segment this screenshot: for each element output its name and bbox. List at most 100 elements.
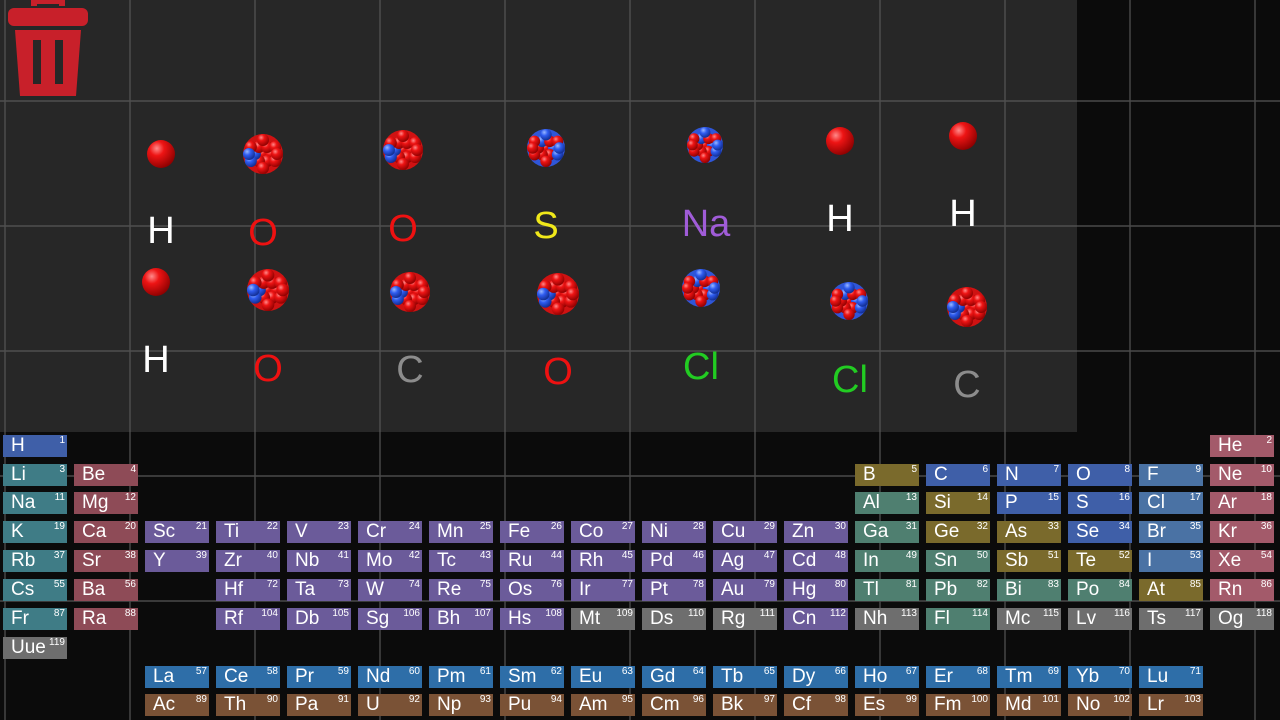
element-ag[interactable]: Ag 47 [713, 550, 777, 572]
element-ga[interactable]: Ga 31 [855, 521, 919, 543]
element-ce[interactable]: Ce 58 [216, 666, 280, 688]
element-se[interactable]: Se 34 [1068, 521, 1132, 543]
element-f[interactable]: F9 [1139, 464, 1203, 486]
element-zn[interactable]: Zn 30 [784, 521, 848, 543]
element-u[interactable]: U 92 [358, 694, 422, 716]
element-lv[interactable]: Lv 116 [1068, 608, 1132, 630]
element-rh[interactable]: Rh 45 [571, 550, 635, 572]
element-es[interactable]: Es 99 [855, 694, 919, 716]
element-re[interactable]: Re 75 [429, 579, 493, 601]
element-pd[interactable]: Pd 46 [642, 550, 706, 572]
element-be[interactable]: Be 4 [74, 464, 138, 486]
element-xe[interactable]: Xe 54 [1210, 550, 1274, 572]
element-nb[interactable]: Nb 41 [287, 550, 351, 572]
element-sb[interactable]: Sb 51 [997, 550, 1061, 572]
element-tm[interactable]: Tm 69 [997, 666, 1061, 688]
element-te[interactable]: Te 52 [1068, 550, 1132, 572]
element-er[interactable]: Er 68 [926, 666, 990, 688]
element-am[interactable]: Am 95 [571, 694, 635, 716]
element-ra[interactable]: Ra 88 [74, 608, 138, 630]
element-na[interactable]: Na 11 [3, 492, 67, 514]
element-og[interactable]: Og 118 [1210, 608, 1274, 630]
element-mn[interactable]: Mn 25 [429, 521, 493, 543]
element-o[interactable]: O8 [1068, 464, 1132, 486]
element-os[interactable]: Os 76 [500, 579, 564, 601]
element-as[interactable]: As 33 [997, 521, 1061, 543]
element-si[interactable]: Si 14 [926, 492, 990, 514]
element-tb[interactable]: Tb 65 [713, 666, 777, 688]
element-la[interactable]: La 57 [145, 666, 209, 688]
element-ne[interactable]: Ne 10 [1210, 464, 1274, 486]
element-k[interactable]: K 19 [3, 521, 67, 543]
element-ar[interactable]: Ar 18 [1210, 492, 1274, 514]
element-ni[interactable]: Ni 28 [642, 521, 706, 543]
element-mt[interactable]: Mt 109 [571, 608, 635, 630]
element-h[interactable]: H1 [3, 435, 67, 457]
element-rn[interactable]: Rn 86 [1210, 579, 1274, 601]
element-b[interactable]: B5 [855, 464, 919, 486]
element-cl[interactable]: Cl 17 [1139, 492, 1203, 514]
element-cd[interactable]: Cd 48 [784, 550, 848, 572]
element-al[interactable]: Al 13 [855, 492, 919, 514]
element-sg[interactable]: Sg 106 [358, 608, 422, 630]
element-rb[interactable]: Rb 37 [3, 550, 67, 572]
element-pr[interactable]: Pr 59 [287, 666, 351, 688]
element-bh[interactable]: Bh 107 [429, 608, 493, 630]
element-sm[interactable]: Sm 62 [500, 666, 564, 688]
element-rg[interactable]: Rg 111 [713, 608, 777, 630]
element-ti[interactable]: Ti 22 [216, 521, 280, 543]
element-pm[interactable]: Pm 61 [429, 666, 493, 688]
element-ca[interactable]: Ca 20 [74, 521, 138, 543]
element-cs[interactable]: Cs 55 [3, 579, 67, 601]
element-pa[interactable]: Pa 91 [287, 694, 351, 716]
element-ir[interactable]: Ir 77 [571, 579, 635, 601]
element-cu[interactable]: Cu 29 [713, 521, 777, 543]
element-th[interactable]: Th 90 [216, 694, 280, 716]
element-tl[interactable]: Tl 81 [855, 579, 919, 601]
element-zr[interactable]: Zr 40 [216, 550, 280, 572]
element-co[interactable]: Co 27 [571, 521, 635, 543]
element-y[interactable]: Y 39 [145, 550, 209, 572]
element-mo[interactable]: Mo 42 [358, 550, 422, 572]
element-ds[interactable]: Ds 110 [642, 608, 706, 630]
element-p[interactable]: P 15 [997, 492, 1061, 514]
element-mg[interactable]: Mg 12 [74, 492, 138, 514]
element-ac[interactable]: Ac 89 [145, 694, 209, 716]
element-ge[interactable]: Ge 32 [926, 521, 990, 543]
element-pu[interactable]: Pu 94 [500, 694, 564, 716]
element-sr[interactable]: Sr 38 [74, 550, 138, 572]
element-tc[interactable]: Tc 43 [429, 550, 493, 572]
element-hf[interactable]: Hf 72 [216, 579, 280, 601]
element-kr[interactable]: Kr 36 [1210, 521, 1274, 543]
element-cm[interactable]: Cm 96 [642, 694, 706, 716]
element-rf[interactable]: Rf 104 [216, 608, 280, 630]
element-uue[interactable]: Uue 119 [3, 637, 67, 659]
element-sn[interactable]: Sn 50 [926, 550, 990, 572]
element-at[interactable]: At 85 [1139, 579, 1203, 601]
element-s[interactable]: S 16 [1068, 492, 1132, 514]
element-eu[interactable]: Eu 63 [571, 666, 635, 688]
element-bi[interactable]: Bi 83 [997, 579, 1061, 601]
element-ts[interactable]: Ts 117 [1139, 608, 1203, 630]
element-br[interactable]: Br 35 [1139, 521, 1203, 543]
element-v[interactable]: V 23 [287, 521, 351, 543]
element-lr[interactable]: Lr 103 [1139, 694, 1203, 716]
element-cf[interactable]: Cf 98 [784, 694, 848, 716]
element-i[interactable]: I 53 [1139, 550, 1203, 572]
element-in[interactable]: In 49 [855, 550, 919, 572]
element-li[interactable]: Li 3 [3, 464, 67, 486]
element-he[interactable]: He 2 [1210, 435, 1274, 457]
element-gd[interactable]: Gd 64 [642, 666, 706, 688]
element-ba[interactable]: Ba 56 [74, 579, 138, 601]
element-db[interactable]: Db 105 [287, 608, 351, 630]
element-n[interactable]: N7 [997, 464, 1061, 486]
element-ho[interactable]: Ho 67 [855, 666, 919, 688]
element-ru[interactable]: Ru 44 [500, 550, 564, 572]
element-hs[interactable]: Hs 108 [500, 608, 564, 630]
element-np[interactable]: Np 93 [429, 694, 493, 716]
element-no[interactable]: No 102 [1068, 694, 1132, 716]
element-c[interactable]: C6 [926, 464, 990, 486]
element-md[interactable]: Md 101 [997, 694, 1061, 716]
element-pb[interactable]: Pb 82 [926, 579, 990, 601]
element-sc[interactable]: Sc 21 [145, 521, 209, 543]
